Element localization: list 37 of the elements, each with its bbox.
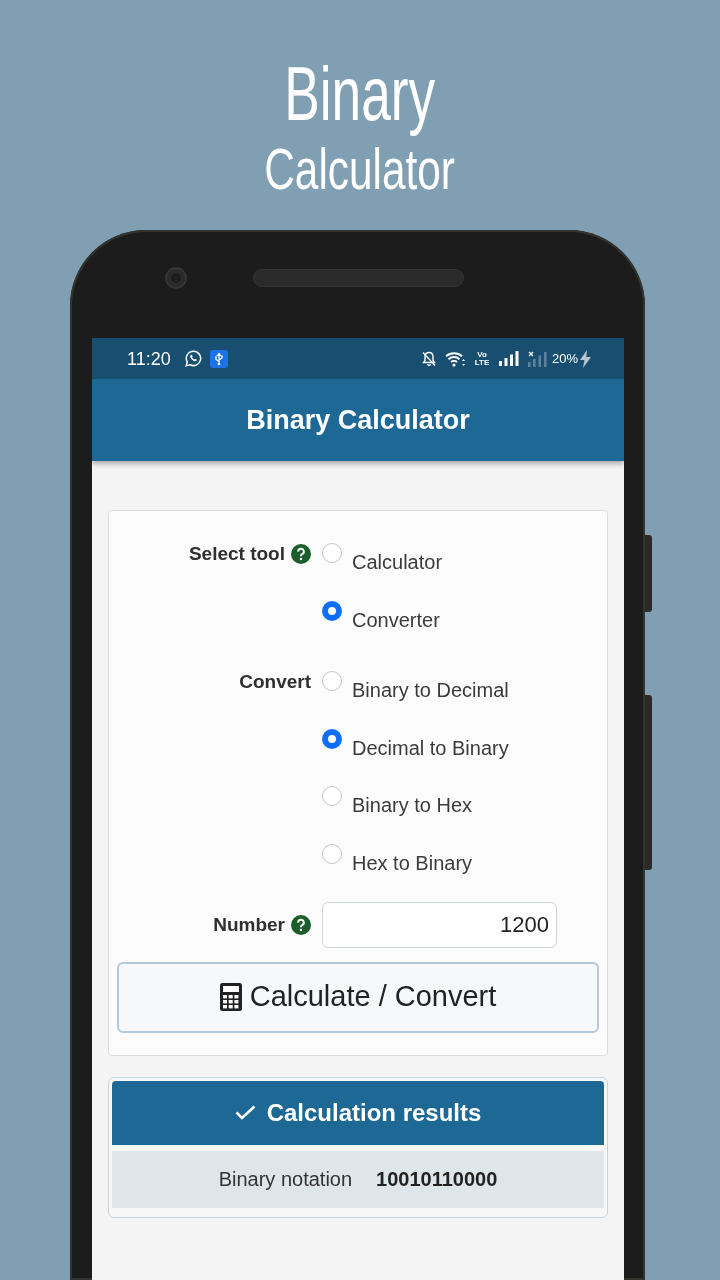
usb-icon [209,349,228,368]
calculator-icon [219,983,242,1012]
calculate-button[interactable]: Calculate / Convert [117,961,599,1033]
option-label[interactable]: Calculator [352,550,443,574]
results-title: Calculation results [266,1098,482,1127]
volte-label: Vo LTE [473,350,491,367]
option-label[interactable]: Binary to Hex [352,793,473,818]
radio-button[interactable] [322,670,342,691]
signal-icon [498,351,519,366]
headline-text: Binary [284,50,436,138]
check-icon [234,1105,256,1121]
bell-off-icon [421,350,436,367]
camera-icon [165,267,187,289]
status-time: 11:20 [127,348,171,369]
result-value: 10010110000 [376,1167,498,1192]
group-label: Select tool [188,543,285,565]
speaker-grille-icon [253,269,464,287]
battery-percent: 20% [551,351,578,366]
signal-x-icon [527,350,547,367]
radio-button[interactable] [322,844,342,865]
option-label[interactable]: Binary to Decimal [352,677,509,702]
option-label[interactable]: Decimal to Binary [352,735,509,760]
radio-button[interactable] [322,728,342,749]
radio-button[interactable] [322,786,342,807]
result-label: Binary notation [218,1167,353,1192]
radio-button[interactable] [322,600,342,621]
radio-button[interactable] [322,543,342,563]
option-label[interactable]: Converter [352,607,440,632]
chat-bubble-icon [184,350,202,367]
group-label: Convert [239,670,311,693]
wifi-icon [444,350,466,367]
app-title: Binary Calculator [246,404,470,436]
charging-bolt-icon [580,349,591,368]
subheadline-text: Calculator [264,139,456,199]
option-label[interactable]: Hex to Binary [352,851,473,876]
number-field[interactable]: 1200 [322,901,557,948]
field-label: Number [213,913,285,936]
